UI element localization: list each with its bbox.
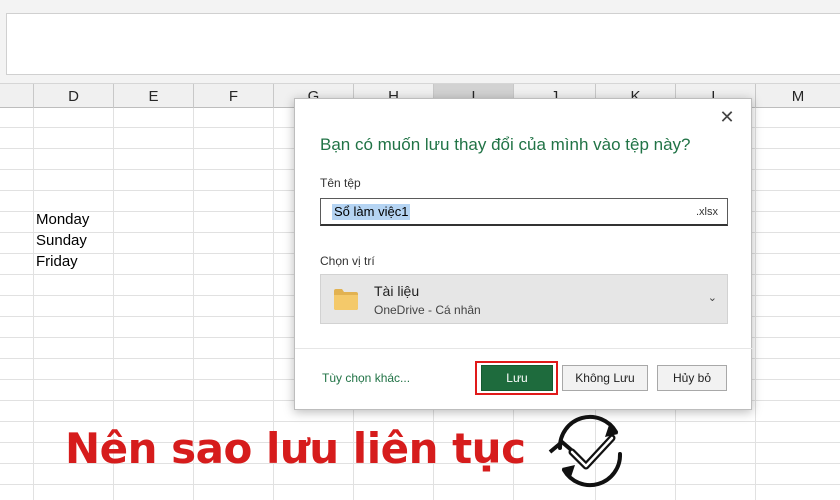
select-all-corner[interactable] <box>0 84 34 108</box>
folder-icon <box>334 289 358 310</box>
dont-save-button[interactable]: Không Lưu <box>562 365 648 391</box>
dialog-title: Bạn có muốn lưu thay đổi của mình vào tệ… <box>320 135 691 154</box>
column-header-d[interactable]: D <box>34 84 114 108</box>
column-header-m[interactable]: M <box>756 84 840 108</box>
location-label: Chọn vị trí <box>320 254 375 268</box>
column-header-e[interactable]: E <box>114 84 194 108</box>
cell-sunday[interactable]: Sunday <box>36 231 87 251</box>
cell-monday[interactable]: Monday <box>36 210 89 230</box>
more-options-link[interactable]: Tùy chọn khác... <box>322 371 410 385</box>
location-dropdown[interactable]: Tài liệu OneDrive - Cá nhân ⌄ <box>320 274 728 324</box>
save-button[interactable]: Lưu <box>481 365 553 391</box>
close-icon[interactable]: ✕ <box>717 107 737 127</box>
column-header-f[interactable]: F <box>194 84 274 108</box>
cancel-button[interactable]: Hủy bỏ <box>657 365 727 391</box>
file-extension: .xlsx <box>696 206 718 218</box>
location-name: Tài liệu <box>374 283 420 299</box>
file-name-field[interactable]: Sổ làm việc1 .xlsx <box>320 198 728 226</box>
sync-check-icon <box>548 414 623 488</box>
excel-window: D E F G H I J K L M Monday Sunday Friday… <box>0 0 840 500</box>
formula-bar-area <box>6 13 840 75</box>
ribbon-area <box>0 0 840 84</box>
chevron-down-icon[interactable]: ⌄ <box>708 291 717 304</box>
save-changes-dialog: ✕ Bạn có muốn lưu thay đổi của mình vào … <box>294 98 753 410</box>
dialog-divider <box>295 348 753 349</box>
location-sub: OneDrive - Cá nhân <box>374 303 481 317</box>
caption-text: Nên sao lưu liên tục <box>65 424 526 473</box>
file-name-label: Tên tệp <box>320 176 361 190</box>
file-name-value[interactable]: Sổ làm việc1 <box>332 204 411 220</box>
cell-friday[interactable]: Friday <box>36 252 78 272</box>
